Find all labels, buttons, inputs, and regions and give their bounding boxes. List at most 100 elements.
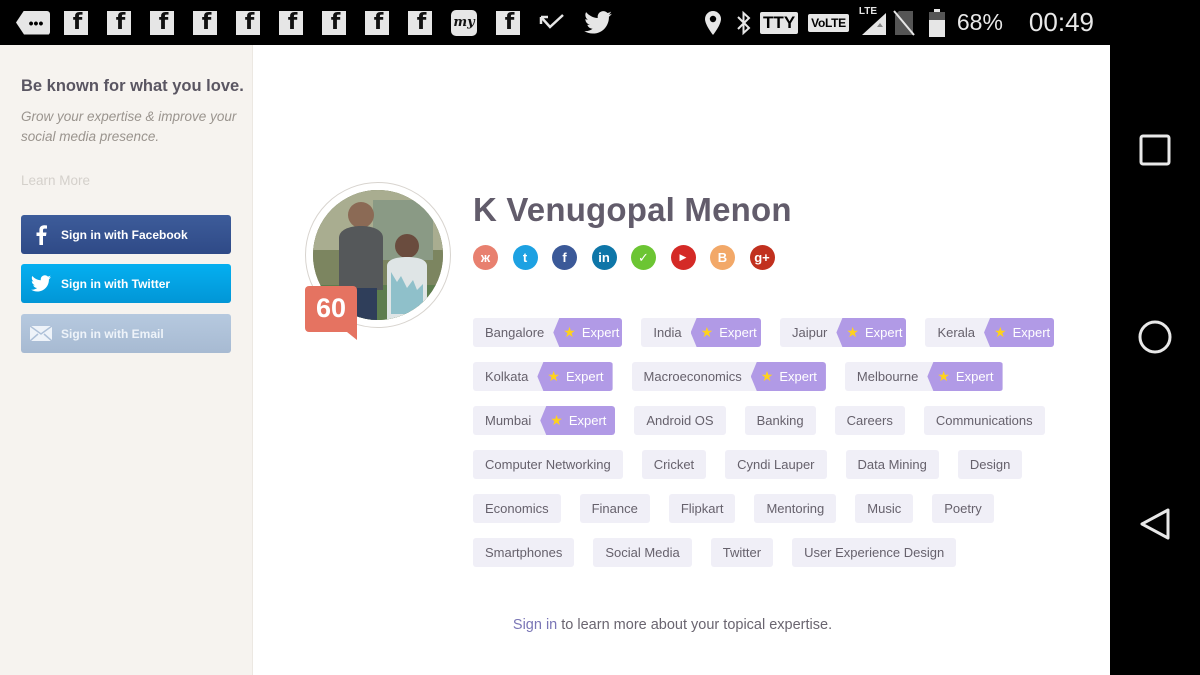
sidebar-title: Be known for what you love. [21, 77, 244, 95]
topic-tag[interactable]: Kerala ★ Expert [925, 318, 1055, 347]
sign-in-facebook-button[interactable]: Sign in with Facebook [21, 215, 231, 254]
topic-label: India [653, 325, 682, 340]
facebook-icon: f [150, 10, 174, 35]
envelope-icon [21, 326, 61, 341]
facebook-icon: f [365, 10, 389, 35]
topic-tag[interactable]: India ★ Expert [641, 318, 761, 347]
social-link-linkedin[interactable]: in [591, 245, 617, 270]
topic-label: Finance [591, 501, 638, 516]
blogger-icon: B [717, 250, 728, 265]
twitter-icon [21, 275, 61, 292]
star-icon: ★ [550, 412, 563, 428]
sign-in-facebook-label: Sign in with Facebook [61, 227, 188, 242]
sign-in-twitter-label: Sign in with Twitter [61, 276, 171, 291]
mytaxi-icon: my [451, 9, 477, 36]
topic-label: Music [867, 501, 902, 516]
topic-tag[interactable]: Twitter [710, 538, 774, 567]
expert-badge: ★ Expert [553, 318, 623, 347]
social-link-twitter[interactable]: t [512, 245, 538, 270]
topic-label: Cyndi Lauper [737, 457, 815, 472]
facebook-icon: f [107, 10, 131, 35]
expert-label: Expert [568, 413, 607, 428]
topic-label: Economics [485, 501, 549, 516]
topic-tag[interactable]: User Experience Design [792, 538, 957, 567]
social-link-blogger[interactable]: B [710, 245, 735, 270]
back-button[interactable] [1138, 507, 1172, 541]
expert-label: Expert [581, 325, 620, 340]
topic-label: Mentoring [766, 501, 825, 516]
topic-tag[interactable]: Music [855, 494, 914, 523]
topic-label: Android OS [646, 413, 714, 428]
topic-tag[interactable]: Jaipur ★ Expert [779, 318, 907, 347]
social-link-feedly[interactable]: ✓ [631, 245, 656, 270]
status-bar: ••• f f f f f f f f f my f TTY VoLTE LTE 68% 00:49 [0, 0, 1200, 45]
topic-label: Careers [846, 413, 893, 428]
social-link-klout[interactable]: ж [473, 245, 498, 270]
system-status: TTY VoLTE LTE 68% 00:49 [704, 0, 1200, 45]
lte-signal-icon: LTE [859, 6, 887, 36]
topic-tag[interactable]: Melbourne ★ Expert [844, 362, 1003, 391]
topic-tag[interactable]: Android OS [634, 406, 726, 435]
social-link-youtube[interactable]: ▶ [670, 245, 696, 270]
feedly-icon: ✓ [638, 249, 649, 265]
expert-label: Expert [779, 369, 817, 384]
topics-list: Bangalore ★ Expert India ★ Expert Jaipur ★ Exper… [473, 318, 1073, 582]
topic-tag[interactable]: Poetry [932, 494, 994, 523]
topic-label: Cricket [653, 457, 695, 472]
star-icon: ★ [846, 324, 859, 340]
expert-label: Expert [864, 325, 903, 340]
location-icon [704, 10, 722, 36]
topic-tag[interactable]: Flipkart [668, 494, 736, 523]
topic-tag[interactable]: Kolkata ★ Expert [473, 362, 613, 391]
topic-tag[interactable]: Banking [744, 406, 816, 435]
topic-label: Flipkart [680, 501, 724, 516]
twitter-icon: t [522, 250, 528, 265]
topic-tag[interactable]: Finance [579, 494, 650, 523]
sidebar-subtitle: Grow your expertise & improve your socia… [21, 109, 237, 144]
social-link-facebook[interactable]: f [552, 245, 577, 270]
missed-call-icon [539, 13, 565, 33]
circle-icon [1138, 320, 1172, 354]
no-sim-icon [893, 9, 915, 36]
tty-indicator: TTY [760, 11, 799, 34]
topics-row: Smartphones Social Media Twitter User Exper… [473, 538, 1073, 567]
topic-label: Macroeconomics [643, 369, 742, 384]
topic-label: Melbourne [856, 369, 919, 384]
social-link-google-plus[interactable]: g+ [749, 245, 775, 270]
topic-tag[interactable]: Design [957, 450, 1023, 479]
recents-button[interactable] [1138, 133, 1172, 167]
sign-in-twitter-button[interactable]: Sign in with Twitter [21, 264, 231, 303]
topic-tag[interactable]: Bangalore ★ Expert [473, 318, 623, 347]
topic-tag[interactable]: Macroeconomics ★ Expert [631, 362, 826, 391]
topic-tag[interactable]: Mentoring [754, 494, 837, 523]
expert-badge: ★ Expert [750, 362, 826, 391]
notification-icons: ••• f f f f f f f f f my f [0, 9, 631, 36]
star-icon: ★ [563, 324, 576, 340]
topic-tag[interactable]: Social Media [593, 538, 692, 567]
topic-tag[interactable]: Careers [834, 406, 905, 435]
topic-tag[interactable]: Cyndi Lauper [725, 450, 827, 479]
topic-label: Bangalore [485, 325, 545, 340]
topic-label: Jaipur [791, 325, 828, 340]
topic-tag[interactable]: Communications [923, 406, 1045, 435]
topic-label: Design [969, 457, 1011, 472]
topic-tag[interactable]: Computer Networking [473, 450, 623, 479]
topics-row: Mumbai ★ Expert Android OS Banking Careers Com… [473, 406, 1073, 435]
topics-row: Kolkata ★ Expert Macroeconomics ★ Expert Melbo… [473, 362, 1073, 391]
topic-tag[interactable]: Data Mining [845, 450, 939, 479]
topic-tag[interactable]: Mumbai ★ Expert [473, 406, 616, 435]
star-icon: ★ [700, 324, 714, 340]
sign-in-link[interactable]: Sign in [513, 617, 557, 633]
facebook-icon [21, 224, 61, 245]
topic-tag[interactable]: Economics [473, 494, 561, 523]
bluetooth-icon [736, 10, 752, 36]
topic-tag[interactable]: Cricket [641, 450, 707, 479]
facebook-icon: f [496, 10, 520, 35]
topic-tag[interactable]: Smartphones [473, 538, 575, 567]
home-button[interactable] [1138, 320, 1172, 354]
learn-more-link[interactable]: Learn More [21, 173, 90, 188]
expert-label: Expert [1012, 325, 1051, 340]
facebook-icon: f [236, 10, 260, 35]
facebook-icon: f [562, 250, 567, 265]
sign-in-email-button[interactable]: Sign in with Email [21, 314, 231, 353]
